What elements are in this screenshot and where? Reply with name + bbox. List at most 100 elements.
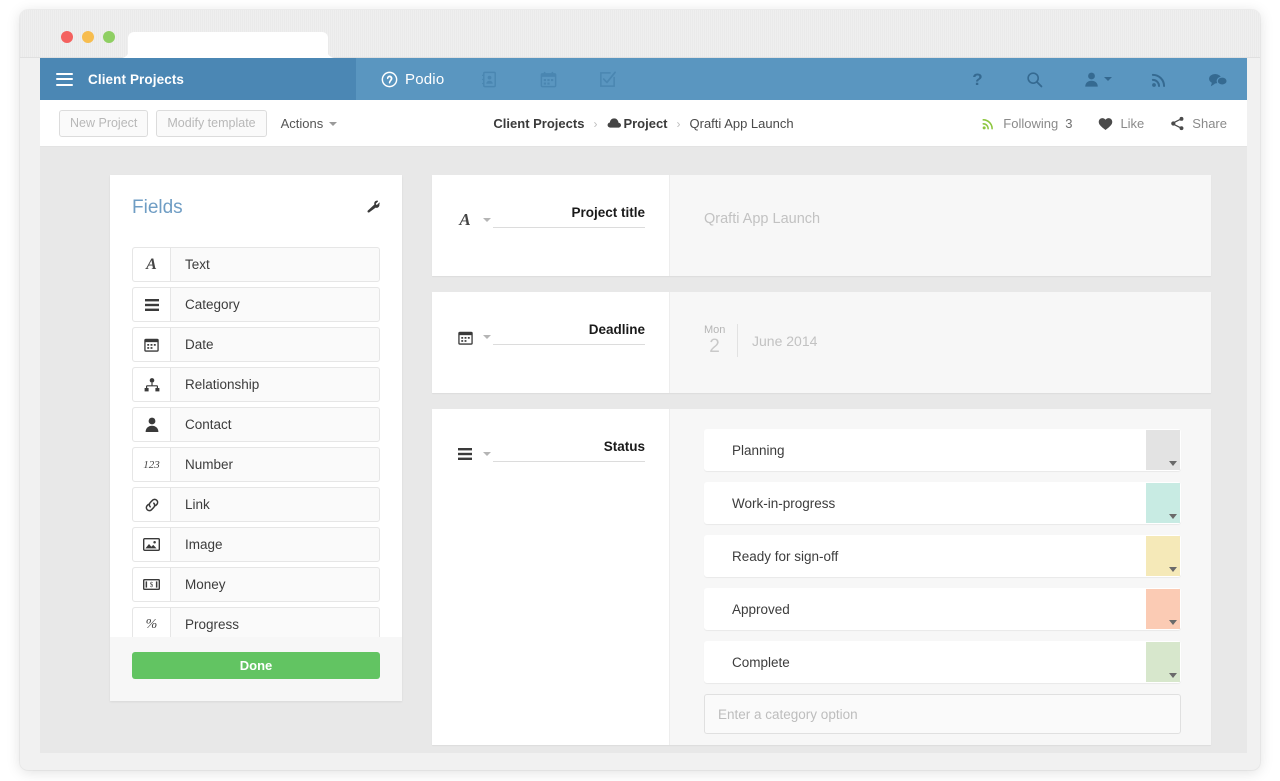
- category-color-swatch[interactable]: [1146, 483, 1180, 523]
- field-type-label: Link: [185, 497, 210, 512]
- category-option-label: Complete: [732, 654, 790, 670]
- toolbar-right-group: Following 3 Like Share: [981, 100, 1227, 147]
- share-label: Share: [1192, 116, 1227, 131]
- category-option-row[interactable]: Planning: [704, 429, 1181, 471]
- actions-menu[interactable]: Actions: [281, 116, 338, 131]
- field-type-label: Progress: [185, 617, 240, 632]
- breadcrumb-separator: ›: [593, 116, 598, 131]
- project-title-value[interactable]: Qrafti App Launch: [704, 211, 820, 227]
- category-icon: [456, 445, 474, 463]
- window-minimize-button[interactable]: [82, 31, 94, 43]
- chevron-down-icon: [483, 218, 491, 222]
- text-icon-glyph: A: [146, 255, 157, 273]
- modify-template-button[interactable]: Modify template: [156, 110, 267, 137]
- chevron-down-icon: [483, 452, 491, 456]
- share-button[interactable]: Share: [1170, 116, 1227, 131]
- field-type-relationship[interactable]: Relationship: [132, 367, 380, 402]
- field-card-deadline: Mon 2 June 2014: [432, 292, 1211, 393]
- field-type-selector[interactable]: [456, 445, 491, 463]
- user-menu-icon[interactable]: [1082, 70, 1112, 89]
- field-type-selector[interactable]: [456, 328, 491, 346]
- category-option-row[interactable]: Approved: [704, 588, 1181, 630]
- browser-tab[interactable]: [128, 32, 328, 58]
- right-column: A Qrafti App Launch: [432, 147, 1247, 753]
- category-color-swatch[interactable]: [1146, 536, 1180, 576]
- breadcrumb-item-app[interactable]: Project: [606, 116, 668, 131]
- field-type-link[interactable]: Link: [132, 487, 380, 522]
- field-type-label: Category: [185, 297, 240, 312]
- like-button[interactable]: Like: [1098, 116, 1144, 131]
- heart-icon: [1099, 117, 1113, 130]
- field-type-label: Money: [185, 577, 226, 592]
- category-color-swatch[interactable]: [1146, 430, 1180, 470]
- date-icon: [456, 328, 474, 346]
- wrench-icon[interactable]: [365, 199, 382, 216]
- category-color-swatch[interactable]: [1146, 589, 1180, 629]
- field-label-wrap: [493, 205, 645, 228]
- contacts-icon[interactable]: [480, 70, 499, 89]
- field-type-label: Date: [185, 337, 214, 352]
- search-icon[interactable]: [1025, 70, 1044, 89]
- category-option-label: Work-in-progress: [732, 495, 836, 511]
- field-label-input[interactable]: [493, 205, 645, 228]
- breadcrumb-item-workspace[interactable]: Client Projects: [493, 116, 584, 131]
- podio-brand[interactable]: Podio: [381, 58, 444, 100]
- left-column: Fields A Text Category Date Relationship…: [40, 147, 432, 753]
- field-label-input[interactable]: [493, 322, 645, 345]
- breadcrumb: Client Projects › Project › Qrafti App L…: [493, 100, 793, 147]
- category-option-row[interactable]: Complete: [704, 641, 1181, 683]
- text-icon: A: [456, 210, 474, 229]
- like-label: Like: [1120, 116, 1145, 131]
- page-body: Fields A Text Category Date Relationship…: [40, 147, 1247, 753]
- text-icon-glyph: A: [459, 210, 471, 229]
- field-type-date[interactable]: Date: [132, 327, 380, 362]
- new-project-button[interactable]: New Project: [59, 110, 149, 137]
- text-icon: A: [133, 248, 171, 281]
- progress-icon: %: [133, 608, 171, 637]
- chat-icon[interactable]: [1207, 70, 1229, 89]
- hamburger-icon[interactable]: [56, 72, 73, 86]
- fields-panel-header: Fields: [110, 175, 402, 247]
- field-type-contact[interactable]: Contact: [132, 407, 380, 442]
- field-type-number[interactable]: 123 Number: [132, 447, 380, 482]
- number-icon-glyph: 123: [143, 458, 160, 471]
- chevron-down-icon: [329, 121, 338, 126]
- field-type-label: Number: [185, 457, 234, 472]
- window-maximize-button[interactable]: [103, 31, 115, 43]
- navbar-app-section[interactable]: Client Projects: [40, 58, 356, 100]
- app-title: Client Projects: [88, 71, 185, 87]
- category-color-swatch[interactable]: [1146, 642, 1180, 682]
- fields-list: A Text Category Date Relationship Contac…: [110, 247, 402, 637]
- category-option-row[interactable]: Work-in-progress: [704, 482, 1181, 524]
- tasks-icon[interactable]: [598, 70, 617, 89]
- field-label-wrap: [493, 322, 645, 345]
- field-type-text[interactable]: A Text: [132, 247, 380, 282]
- breadcrumb-item-app-label: Project: [623, 116, 668, 131]
- field-card-status: Planning Work-in-progress Ready for sign…: [432, 409, 1211, 745]
- window-close-button[interactable]: [61, 31, 73, 43]
- field-type-money[interactable]: $ Money: [132, 567, 380, 602]
- toolbar-left-group: New Project Modify template Actions: [59, 100, 338, 147]
- new-category-option-input[interactable]: [704, 694, 1181, 734]
- help-icon[interactable]: ?: [968, 70, 987, 89]
- date-day-block: Mon 2: [704, 324, 738, 357]
- field-label-input[interactable]: [493, 439, 645, 462]
- top-navbar: Client Projects Podio ?: [40, 58, 1247, 100]
- deadline-date-value[interactable]: Mon 2 June 2014: [704, 324, 817, 357]
- category-option-row[interactable]: Ready for sign-off: [704, 535, 1181, 577]
- date-month-year: June 2014: [752, 332, 818, 349]
- activity-stream-icon[interactable]: [1150, 70, 1169, 89]
- field-type-progress[interactable]: % Progress: [132, 607, 380, 637]
- field-type-image[interactable]: Image: [132, 527, 380, 562]
- chevron-down-icon: [1169, 673, 1177, 678]
- browser-window: Client Projects Podio ? New Project Modi…: [20, 10, 1260, 770]
- field-card-preview: Qrafti App Launch: [670, 175, 1211, 276]
- calendar-icon[interactable]: [539, 70, 558, 89]
- field-type-label: Text: [185, 257, 210, 272]
- following-button[interactable]: Following 3: [981, 116, 1072, 131]
- done-button[interactable]: Done: [132, 652, 380, 679]
- following-count: 3: [1065, 116, 1073, 131]
- field-type-category[interactable]: Category: [132, 287, 380, 322]
- field-type-selector[interactable]: A: [456, 210, 491, 229]
- navbar-module-icons: [480, 58, 617, 100]
